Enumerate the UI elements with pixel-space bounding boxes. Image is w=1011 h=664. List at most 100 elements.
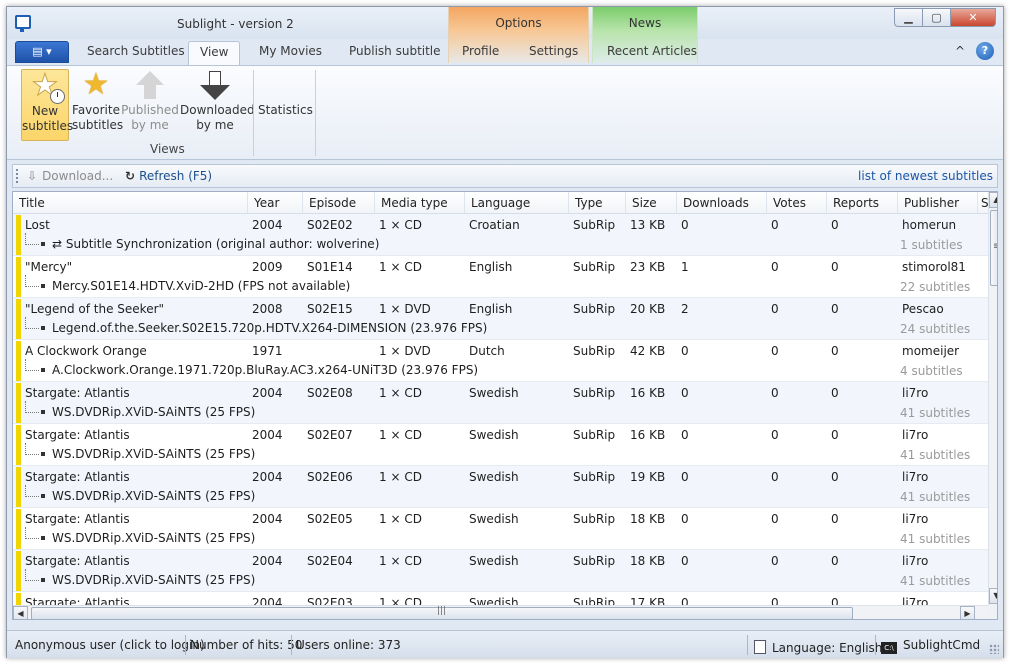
help-icon[interactable]: ? <box>976 42 994 60</box>
cell-publisher: Pescao <box>902 302 944 316</box>
column-header-episode[interactable]: Episode <box>302 192 374 213</box>
new-subtitles-label-2: subtitles <box>22 119 74 133</box>
cell-media: 1 × CD <box>379 260 422 274</box>
table-row[interactable]: Stargate: Atlantis 2004 S02E08 1 × CD Sw… <box>13 382 988 424</box>
vertical-scrollbar[interactable]: ▲ ▼ <box>988 192 997 605</box>
publisher-subtitle-count: 41 subtitles <box>900 574 971 588</box>
cell-votes: 0 <box>771 512 779 526</box>
download-button[interactable]: ⇩ Download... <box>27 169 113 183</box>
login-status[interactable]: Anonymous user (click to login) <box>15 638 205 652</box>
tab-profile[interactable]: Profile <box>462 44 499 58</box>
column-header-su[interactable]: Su <box>977 192 988 213</box>
app-menu-button[interactable]: ▤ ▾ <box>15 41 69 63</box>
published-by-me-button[interactable]: Published by me <box>121 69 179 141</box>
column-header-downloads[interactable]: Downloads <box>676 192 766 213</box>
table-row[interactable]: Stargate: Atlantis 2004 S02E04 1 × CD Sw… <box>13 550 988 592</box>
cell-year: 2004 <box>252 512 283 526</box>
app-monitor-icon[interactable] <box>15 15 31 32</box>
cell-type: SubRip <box>573 554 616 568</box>
release-name: WS.DVDRip.XViD-SAiNTS (25 FPS) <box>52 489 256 503</box>
tab-my-movies[interactable]: My Movies <box>259 44 322 58</box>
scroll-right-button[interactable]: ▶ <box>960 606 975 619</box>
table-row[interactable]: A Clockwork Orange 1971 1 × DVD Dutch Su… <box>13 340 988 382</box>
refresh-label: Refresh (F5) <box>139 169 213 183</box>
cell-year: 2004 <box>252 470 283 484</box>
cell-votes: 0 <box>771 260 779 274</box>
cell-title: Stargate: Atlantis <box>25 470 130 484</box>
cell-language: English <box>469 260 513 274</box>
sublightcmd-button[interactable]: C:\ SublightCmd <box>881 638 980 654</box>
row-marker <box>16 509 21 549</box>
cell-type: SubRip <box>573 428 616 442</box>
column-header-media-type[interactable]: Media type <box>374 192 464 213</box>
language-icon <box>754 640 766 654</box>
table-row[interactable]: Stargate: Atlantis 2004 S02E07 1 × CD Sw… <box>13 424 988 466</box>
books-icon <box>269 69 301 101</box>
favorite-label-2: subtitles <box>72 118 124 132</box>
cell-title: Stargate: Atlantis <box>25 428 130 442</box>
language-selector[interactable]: Language: English <box>754 638 882 655</box>
cell-downloads: 0 <box>681 344 689 358</box>
row-marker <box>16 425 21 465</box>
cell-title: Lost <box>25 218 50 232</box>
minimize-button[interactable]: ▁ <box>894 8 922 27</box>
cell-size: 42 KB <box>630 344 666 358</box>
upload-arrow-icon <box>134 69 166 101</box>
new-subtitles-button[interactable]: ★ New subtitles <box>21 69 73 141</box>
table-row[interactable]: Stargate: Atlantis 2004 S02E05 1 × CD Sw… <box>13 508 988 550</box>
cell-episode: S02E08 <box>307 386 353 400</box>
table-row[interactable]: Lost 2004 S02E02 1 × CD Croatian SubRip … <box>13 214 988 256</box>
newest-subtitles-link[interactable]: list of newest subtitles <box>858 169 993 183</box>
ribbon-panel: ★ New subtitles ★ Favorite subtitles Pub… <box>7 65 1003 160</box>
column-header-language[interactable]: Language <box>464 192 568 213</box>
collapse-ribbon-icon[interactable]: ^ <box>955 44 965 58</box>
cell-reports: 0 <box>831 470 839 484</box>
column-header-type[interactable]: Type <box>568 192 625 213</box>
column-header-votes[interactable]: Votes <box>766 192 826 213</box>
scroll-down-button[interactable]: ▼ <box>989 588 997 604</box>
cell-title: Stargate: Atlantis <box>25 554 130 568</box>
table-row[interactable]: "Legend of the Seeker" 2008 S02E15 1 × D… <box>13 298 988 340</box>
column-header-title[interactable]: Title <box>13 192 247 213</box>
cell-media: 1 × CD <box>379 218 422 232</box>
favorite-label-1: Favorite <box>72 103 120 117</box>
cell-year: 2004 <box>252 428 283 442</box>
close-button[interactable]: ✕ <box>950 8 996 27</box>
resize-grip-icon[interactable] <box>989 644 999 654</box>
horizontal-scroll-thumb[interactable] <box>31 606 853 619</box>
downloaded-label-2: by me <box>196 118 234 132</box>
scroll-left-button[interactable]: ◀ <box>13 606 28 619</box>
favorite-subtitles-button[interactable]: ★ Favorite subtitles <box>72 69 124 141</box>
scroll-up-button[interactable]: ▲ <box>989 192 997 208</box>
tab-view[interactable]: View <box>188 41 241 66</box>
refresh-icon: ↻ <box>125 169 136 183</box>
release-line: WS.DVDRip.XViD-SAiNTS (25 FPS) <box>25 527 255 545</box>
cell-reports: 0 <box>831 386 839 400</box>
cell-publisher: li7ro <box>902 470 929 484</box>
tab-settings[interactable]: Settings <box>529 44 578 58</box>
tab-search-subtitles[interactable]: Search Subtitles <box>87 44 185 58</box>
column-header-size[interactable]: Size <box>625 192 676 213</box>
column-header-year[interactable]: Year <box>247 192 302 213</box>
table-row[interactable]: Stargate: Atlantis 2004 S02E06 1 × CD Sw… <box>13 466 988 508</box>
release-name: A.Clockwork.Orange.1971.720p.BluRay.AC3.… <box>52 363 479 377</box>
vertical-scroll-thumb[interactable] <box>990 210 997 286</box>
cell-size: 13 KB <box>630 218 666 232</box>
tab-publish-subtitle[interactable]: Publish subtitle <box>349 44 441 58</box>
tab-recent-articles[interactable]: Recent Articles <box>607 44 697 58</box>
cell-type: SubRip <box>573 512 616 526</box>
cell-language: Dutch <box>469 344 505 358</box>
download-icon: ⇩ <box>27 169 38 183</box>
column-header-reports[interactable]: Reports <box>826 192 897 213</box>
maximize-button[interactable]: ▢ <box>922 8 950 27</box>
cell-reports: 0 <box>831 428 839 442</box>
refresh-button[interactable]: ↻ Refresh (F5) <box>125 169 212 183</box>
cell-year: 2004 <box>252 218 283 232</box>
horizontal-scrollbar[interactable]: ◀ ▶ <box>13 605 988 619</box>
table-row[interactable]: "Mercy" 2009 S01E14 1 × CD English SubRi… <box>13 256 988 298</box>
cell-episode: S02E07 <box>307 428 353 442</box>
cell-publisher: li7ro <box>902 428 929 442</box>
statistics-button[interactable]: Statistics <box>258 69 313 141</box>
column-header-publisher[interactable]: Publisher <box>897 192 977 213</box>
downloaded-by-me-button[interactable]: Downloaded by me <box>180 69 255 141</box>
